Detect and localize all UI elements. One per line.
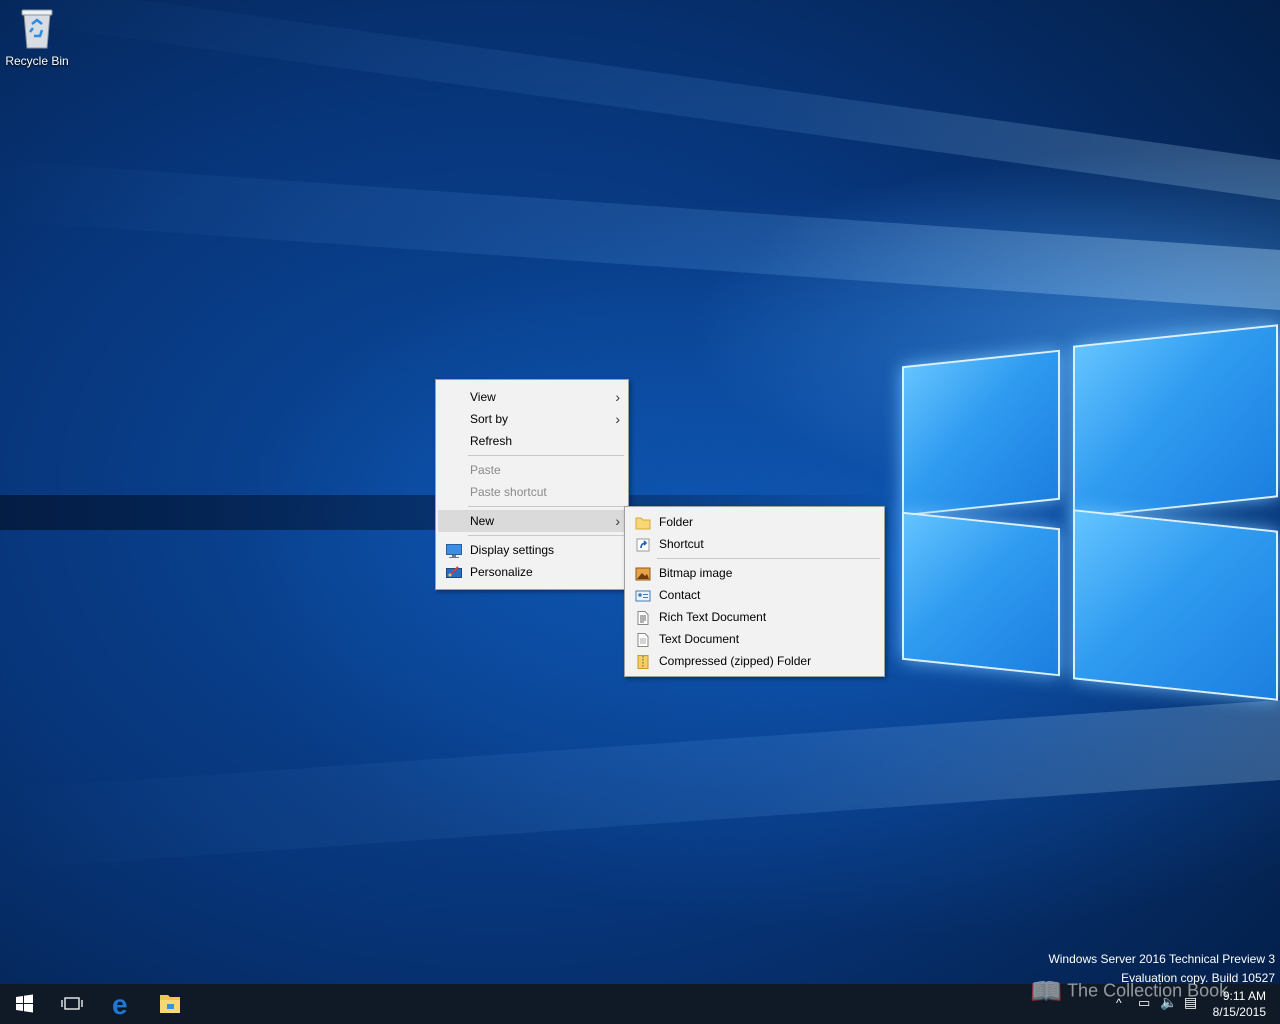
menu-item-label: Paste shortcut <box>470 485 547 499</box>
book-icon: 📖 <box>1030 976 1063 1006</box>
site-watermark: 📖 The Collection Book <box>1030 976 1228 1007</box>
menu-item-label: Display settings <box>470 543 555 557</box>
menu-separator <box>468 506 624 507</box>
windows-logo-pane <box>902 349 1060 517</box>
menu-item-new-bitmap[interactable]: Bitmap image <box>627 562 882 584</box>
menu-item-label: Bitmap image <box>659 566 733 580</box>
wallpaper-beam <box>0 160 1280 310</box>
desktop-icon-recycle-bin[interactable]: Recycle Bin <box>4 6 70 68</box>
new-submenu: Folder Shortcut Bitmap image Contact Ric… <box>624 506 885 677</box>
menu-item-sort-by[interactable]: Sort by › <box>438 408 626 430</box>
contact-icon <box>635 588 651 602</box>
menu-item-label: Paste <box>470 463 501 477</box>
task-view-icon <box>61 997 83 1010</box>
menu-item-label: Shortcut <box>659 537 704 551</box>
text-document-icon <box>635 632 651 647</box>
menu-item-label: Compressed (zipped) Folder <box>659 654 812 668</box>
menu-item-refresh[interactable]: Refresh <box>438 430 626 452</box>
wallpaper-beam <box>0 0 1280 201</box>
menu-separator <box>468 535 624 536</box>
zip-folder-icon <box>635 654 651 669</box>
edge-icon: e <box>112 989 128 1020</box>
desktop-context-menu: View › Sort by › Refresh Paste Paste sho… <box>435 379 629 590</box>
bitmap-icon <box>635 566 651 581</box>
windows-logo-pane <box>902 511 1060 677</box>
menu-item-label: New <box>470 514 495 528</box>
windows-logo-pane <box>1073 509 1278 701</box>
watermark-line: Windows Server 2016 Technical Preview 3 <box>1048 952 1275 966</box>
menu-item-paste-shortcut[interactable]: Paste shortcut <box>438 481 626 503</box>
chevron-right-icon: › <box>615 389 620 405</box>
menu-item-new-shortcut[interactable]: Shortcut <box>627 533 882 555</box>
menu-item-new-rich-text[interactable]: Rich Text Document <box>627 606 882 628</box>
wallpaper-beam <box>0 700 1280 870</box>
menu-item-new-zip-folder[interactable]: Compressed (zipped) Folder <box>627 650 882 672</box>
menu-item-view[interactable]: View › <box>438 386 626 408</box>
menu-item-new-folder[interactable]: Folder <box>627 511 882 533</box>
menu-item-paste[interactable]: Paste <box>438 459 626 481</box>
menu-item-label: Folder <box>659 515 694 529</box>
menu-item-new-text-document[interactable]: Text Document <box>627 628 882 650</box>
svg-text:e: e <box>112 989 128 1020</box>
task-view-button[interactable] <box>48 984 96 1024</box>
desktop-icon-label: Recycle Bin <box>5 54 69 68</box>
menu-item-personalize[interactable]: Personalize <box>438 561 626 583</box>
folder-icon <box>635 515 651 530</box>
windows-logo-pane <box>1073 324 1278 519</box>
display-settings-icon <box>446 543 462 558</box>
shortcut-icon <box>635 537 651 552</box>
recycle-bin-icon <box>17 6 57 50</box>
start-button[interactable] <box>0 984 48 1024</box>
menu-separator <box>657 558 880 559</box>
menu-item-label: Text Document <box>659 632 740 646</box>
chevron-right-icon: › <box>615 513 620 529</box>
file-explorer-button[interactable] <box>146 984 194 1024</box>
menu-item-label: Refresh <box>470 434 513 448</box>
edge-button[interactable]: e <box>98 984 146 1024</box>
menu-item-new[interactable]: New › <box>438 510 626 532</box>
file-explorer-icon <box>160 995 180 1013</box>
personalize-icon <box>446 565 462 579</box>
site-watermark-text: The Collection Book <box>1067 980 1229 1001</box>
menu-item-label: Personalize <box>470 565 533 579</box>
menu-item-display-settings[interactable]: Display settings <box>438 539 626 561</box>
menu-item-label: Contact <box>659 588 701 602</box>
menu-item-new-contact[interactable]: Contact <box>627 584 882 606</box>
menu-item-label: View <box>470 390 496 404</box>
chevron-right-icon: › <box>615 411 620 427</box>
start-icon <box>16 994 33 1013</box>
desktop[interactable]: Recycle Bin View › Sort by › Refresh Pas… <box>0 0 1280 984</box>
menu-item-label: Rich Text Document <box>659 610 767 624</box>
rich-text-icon <box>635 610 651 625</box>
menu-separator <box>468 455 624 456</box>
menu-item-label: Sort by <box>470 412 509 426</box>
